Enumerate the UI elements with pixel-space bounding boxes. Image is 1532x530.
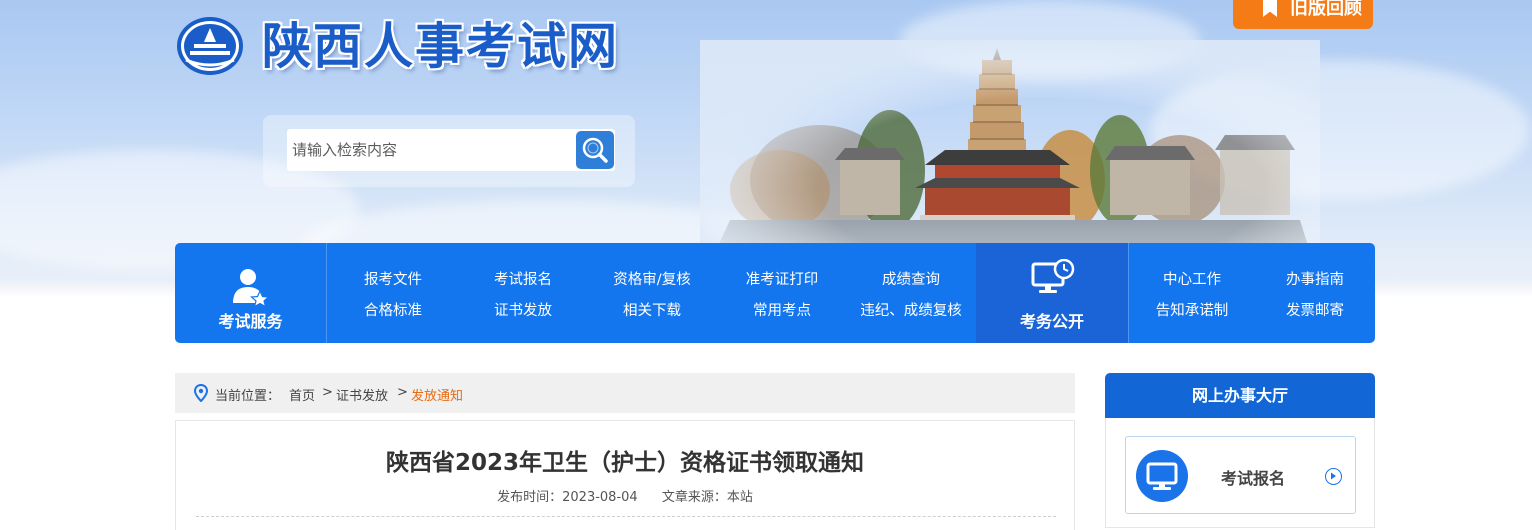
article-title: 陕西省2023年卫生（护士）资格证书领取通知 xyxy=(385,450,864,476)
nav-link[interactable]: 常用考点 xyxy=(753,299,811,320)
nav-link[interactable]: 报考文件 xyxy=(364,268,422,289)
nav-link[interactable]: 考试报名 xyxy=(494,268,552,289)
publish-info: 发布时间：2023-08-04 xyxy=(497,490,638,505)
exam-registration-label: 考试报名 xyxy=(1221,469,1286,488)
nav-link[interactable]: 准考证打印 xyxy=(746,268,819,289)
source-info: 文章来源：本站 xyxy=(662,490,753,505)
breadcrumb-separator: > xyxy=(322,385,333,400)
search-icon xyxy=(582,137,608,163)
nav-right-link[interactable]: 告知承诺制 xyxy=(1156,299,1229,320)
breadcrumb-separator: > xyxy=(397,385,408,400)
old-version-label: 旧版回顾 xyxy=(1290,0,1362,19)
nav-right-link[interactable]: 办事指南 xyxy=(1286,268,1344,289)
exam-registration-button[interactable]: 考试报名 xyxy=(1125,436,1356,514)
exam-service-button[interactable]: 考试服务 xyxy=(175,243,327,343)
nav-link[interactable]: 证书发放 xyxy=(494,299,552,320)
site-logo-icon xyxy=(177,17,243,75)
publish-date: 2023-08-04 xyxy=(562,490,638,505)
nav-link[interactable]: 违纪、成绩复核 xyxy=(860,299,962,320)
breadcrumb-cert-link[interactable]: 证书发放 xyxy=(336,385,388,404)
old-version-button[interactable]: 旧版回顾 xyxy=(1233,0,1373,29)
nav-links: 报考文件 考试报名 资格审/复核 准考证打印 成绩查询 合格标准 证书发放 相关… xyxy=(328,243,976,343)
breadcrumb-current[interactable]: 发放通知 xyxy=(411,385,463,404)
nav-right-links: 中心工作 办事指南 告知承诺制 发票邮寄 xyxy=(1128,243,1375,343)
source-value: 本站 xyxy=(726,490,753,505)
nav-link[interactable]: 资格审/复核 xyxy=(613,268,690,289)
exam-service-label: 考试服务 xyxy=(218,312,283,331)
user-star-icon xyxy=(233,269,270,307)
breadcrumb-prefix: 当前位置： xyxy=(215,389,281,404)
nav-link[interactable]: 相关下载 xyxy=(623,299,681,320)
article-meta: 发布时间：2023-08-04 文章来源：本站 xyxy=(176,486,1074,505)
source-label: 文章来源： xyxy=(661,490,727,505)
monitor-icon xyxy=(1136,450,1188,502)
bookmark-icon xyxy=(1263,0,1277,17)
site-title: 陕西人事考试网 xyxy=(262,17,620,75)
article-divider xyxy=(196,516,1056,517)
location-pin-icon xyxy=(194,384,208,402)
exam-public-label: 考务公开 xyxy=(1019,312,1084,331)
nav-right-link[interactable]: 中心工作 xyxy=(1163,268,1221,289)
search-input[interactable] xyxy=(287,129,615,171)
publish-label: 发布时间： xyxy=(497,490,563,505)
nav-link[interactable]: 成绩查询 xyxy=(882,268,940,289)
nav-right-link[interactable]: 发票邮寄 xyxy=(1286,299,1344,320)
exam-public-button[interactable]: 考务公开 xyxy=(976,243,1128,343)
arrow-right-icon xyxy=(1325,468,1342,485)
nav-link[interactable]: 合格标准 xyxy=(364,299,422,320)
main-nav: 考试服务 报考文件 考试报名 资格审/复核 准考证打印 成绩查询 合格标准 证书… xyxy=(175,243,1375,343)
breadcrumb: 当前位置： 首页 > 证书发放 > 发放通知 xyxy=(175,373,1075,413)
monitor-clock-icon xyxy=(1031,259,1075,293)
breadcrumb-home-link[interactable]: 首页 xyxy=(289,385,315,404)
online-hall-header: 网上办事大厅 xyxy=(1105,373,1375,418)
search-button[interactable] xyxy=(576,131,614,169)
article: 陕西省2023年卫生（护士）资格证书领取通知 发布时间：2023-08-04 文… xyxy=(175,420,1075,530)
